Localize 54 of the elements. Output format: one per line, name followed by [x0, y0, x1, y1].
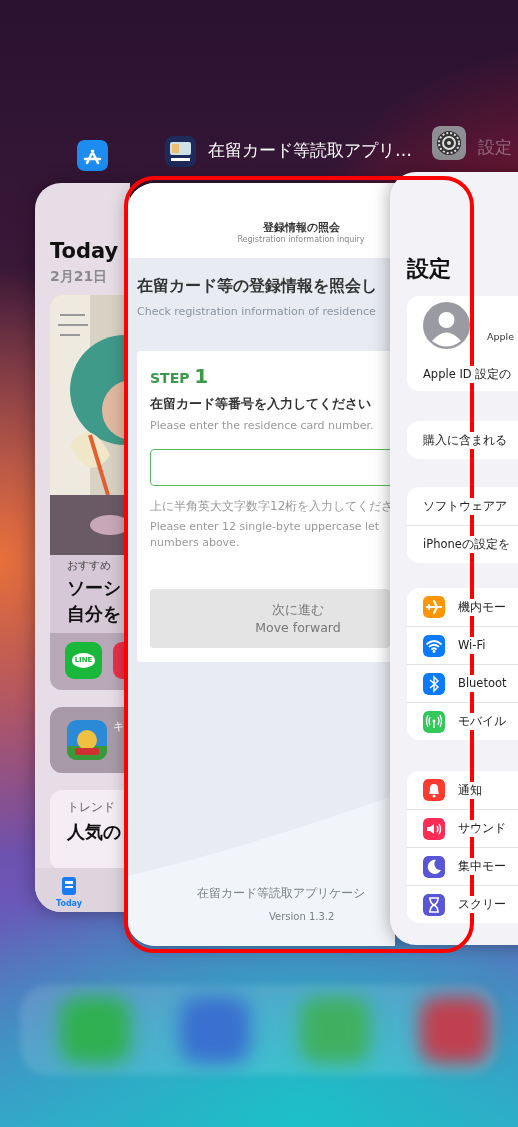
- settings-row[interactable]: iPhoneの設定を: [423, 536, 510, 554]
- eyebrow-label: おすすめ: [67, 558, 111, 574]
- settings-row[interactable]: スクリー: [458, 896, 506, 914]
- app-store-icon[interactable]: [77, 140, 108, 171]
- page-title: Today: [50, 240, 120, 264]
- moon-icon: [423, 855, 445, 878]
- airplane-icon: [423, 596, 445, 619]
- app-title: 設定: [478, 136, 512, 159]
- speaker-icon: [423, 817, 445, 840]
- blurred-app-icon: [60, 997, 130, 1063]
- hourglass-icon: [423, 893, 445, 916]
- page-subheading: Check registration information of residence: [137, 304, 377, 321]
- date-label: 2月21日: [50, 267, 109, 287]
- blurred-app-icon: [420, 997, 490, 1063]
- page-heading: 在留カード等の登録情報を照会し: [137, 276, 378, 297]
- page-title: 設定: [407, 257, 452, 282]
- headline-text: 人気の: [67, 820, 121, 845]
- app-card[interactable]: 設定 Apple Apple ID 設定の 購入に含まれる ソフトウェアア iPhoneの設定を 機内モー Wi-Fi Bluetoot モバイル 通知 サウンド 集中モー スクリー: [390, 172, 518, 945]
- settings-row[interactable]: 集中モー: [458, 858, 506, 876]
- blurred-app-icon: [180, 997, 250, 1063]
- app-name: 在留カード等読取アプリケーシ: [197, 885, 365, 902]
- wifi-icon: [423, 634, 445, 657]
- app-name: キ: [113, 719, 124, 736]
- avatar-icon: [423, 302, 470, 350]
- profile-name: Apple: [487, 330, 515, 345]
- header-subtitle: Registration information inquiry: [236, 234, 366, 246]
- settings-row[interactable]: Apple ID 設定の: [423, 366, 512, 384]
- prompt-text: 在留カード等番号を入力してください: [150, 394, 372, 413]
- bluetooth-icon: [423, 672, 445, 695]
- game-app-icon[interactable]: [67, 720, 107, 761]
- headline-line: ソーシ: [67, 576, 121, 601]
- id-card-app-icon[interactable]: [165, 136, 196, 167]
- settings-icon[interactable]: [432, 126, 466, 160]
- headline-line: 自分を: [67, 602, 121, 627]
- settings-row[interactable]: 機内モー: [458, 598, 506, 616]
- settings-row[interactable]: 通知: [458, 781, 482, 799]
- hint-text: Please enter 12 single-byte uppercase let: [150, 519, 381, 535]
- step-label: STEP 1: [150, 364, 210, 387]
- today-tab-icon[interactable]: [61, 876, 77, 896]
- bell-icon: [423, 779, 445, 802]
- settings-row[interactable]: サウンド: [458, 820, 506, 838]
- hint-text: numbers above.: [150, 535, 241, 551]
- settings-row[interactable]: 購入に含まれる: [423, 431, 507, 449]
- antenna-icon: [423, 710, 445, 733]
- version-text: Version 1.3.2: [269, 910, 335, 924]
- settings-row[interactable]: ソフトウェアア: [423, 497, 507, 515]
- header-title: 登録情報の照会: [261, 221, 341, 235]
- settings-row[interactable]: Bluetoot: [458, 675, 507, 693]
- settings-row[interactable]: モバイル: [458, 713, 506, 731]
- settings-row[interactable]: Wi-Fi: [458, 637, 486, 655]
- prompt-text: Please enter the residence card number.: [150, 417, 375, 434]
- blurred-app-icon: [300, 997, 370, 1063]
- app-title: 在留カード等読取アプリ…: [208, 139, 412, 162]
- eyebrow-label: トレンド: [67, 799, 115, 817]
